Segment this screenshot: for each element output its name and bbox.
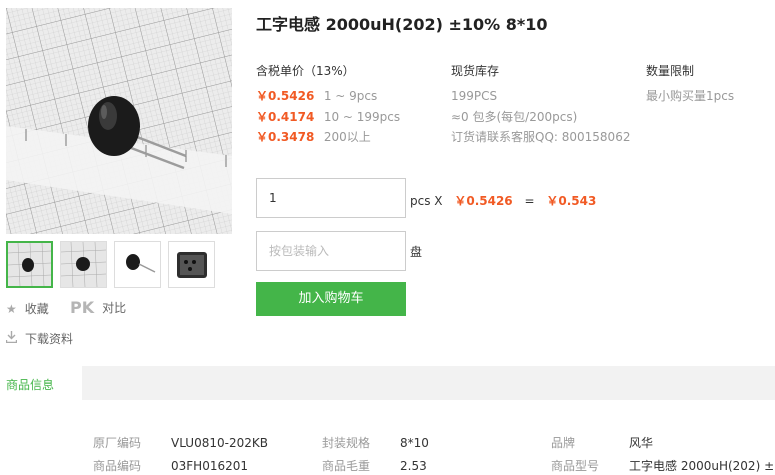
quantity-calc: pcs X ￥0.5426 = ￥0.543 (410, 192, 604, 209)
spec-key: 商品型号 (551, 459, 600, 473)
limit-header: 数量限制 (646, 64, 695, 78)
download-icon (5, 331, 18, 346)
favorite-label: 收藏 (24, 302, 49, 316)
thumbnail-2[interactable] (60, 241, 107, 288)
spec-value: 风华 (629, 436, 654, 450)
stock-count: 199PCS (451, 89, 498, 103)
spec-item: 商品型号 工字电感 2000uH(202) ±1... (551, 457, 775, 474)
spec-item: 品牌 风华 (551, 434, 653, 451)
spec-value: 2.53 (400, 459, 427, 473)
spec-key: 原厂编码 (93, 436, 142, 450)
spec-value: 03FH016201 (171, 459, 249, 473)
spec-item: 商品毛重 2.53 (322, 457, 427, 474)
price-header: 含税单价（13%） (256, 64, 355, 78)
tier-price: ￥0.5426 (256, 89, 315, 103)
min-purchase: 最小购买量1pcs (646, 89, 735, 103)
product-title: 工字电感 2000uH(202) ±10% 8*10 (256, 15, 548, 34)
compare-label: 对比 (102, 301, 127, 315)
download-button[interactable]: 下载资料 (5, 330, 74, 347)
price-tier: ￥0.4174 10 ~ 199pcs (256, 107, 400, 128)
price-column: 含税单价（13%） ￥0.5426 1 ~ 9pcs ￥0.4174 10 ~ … (256, 62, 400, 148)
unit-price: ￥0.5426 (454, 194, 513, 208)
spec-item: 商品编码 03FH016201 (93, 457, 248, 474)
price-tier: ￥0.5426 1 ~ 9pcs (256, 86, 400, 107)
stock-header: 现货库存 (451, 64, 500, 78)
thumbnail-1[interactable] (6, 241, 53, 288)
spec-key: 商品编码 (93, 459, 142, 473)
stock-package: ≈0 包多(每包/200pcs) (451, 109, 578, 124)
spec-item: 封装规格 8*10 (322, 434, 429, 451)
package-unit: 盘 (410, 245, 423, 259)
thumbnail-4[interactable] (168, 241, 215, 288)
tier-price: ￥0.3478 (256, 130, 315, 144)
spec-value: VLU0810-202KB (171, 436, 268, 450)
spec-value: 8*10 (400, 436, 429, 450)
tier-range: 10 ~ 199pcs (323, 109, 401, 124)
spec-value: 工字电感 2000uH(202) ±1... (629, 459, 775, 473)
equals-sign: = (524, 194, 535, 208)
product-main-image (6, 8, 232, 234)
stock-contact: 订货请联系客服QQ: 800158062 (451, 130, 631, 144)
inductor-photo (6, 8, 232, 234)
tab-product-info[interactable]: 商品信息 (0, 366, 82, 400)
favorite-button[interactable]: ★ 收藏 (6, 300, 49, 317)
tier-price: ￥0.4174 (256, 109, 315, 124)
pk-icon: PK (70, 298, 95, 317)
compare-button[interactable]: PK 对比 (70, 298, 126, 317)
tier-range: 200以上 (323, 130, 371, 144)
star-icon: ★ (6, 301, 17, 316)
thumbnail-3[interactable] (114, 241, 161, 288)
spec-key: 品牌 (551, 436, 576, 450)
spec-item: 原厂编码 VLU0810-202KB (93, 434, 268, 451)
tier-range: 1 ~ 9pcs (323, 89, 378, 103)
price-tier: ￥0.3478 200以上 (256, 127, 400, 148)
stock-column: 现货库存 199PCS ≈0 包多(每包/200pcs) 订货请联系客服QQ: … (451, 62, 630, 148)
total-price: ￥0.543 (546, 194, 597, 208)
tab-bar: 商品信息 (0, 366, 775, 400)
spec-key: 商品毛重 (322, 459, 371, 473)
quantity-input[interactable]: 1 (256, 178, 406, 218)
spec-key: 封装规格 (322, 436, 371, 450)
limit-column: 数量限制 最小购买量1pcs (646, 62, 734, 107)
unit-label: pcs X (410, 194, 443, 208)
download-label: 下载资料 (25, 332, 74, 346)
add-to-cart-button[interactable]: 加入购物车 (256, 282, 406, 316)
package-input[interactable]: 按包装输入 (256, 231, 406, 271)
thumbnail-strip (6, 241, 215, 288)
